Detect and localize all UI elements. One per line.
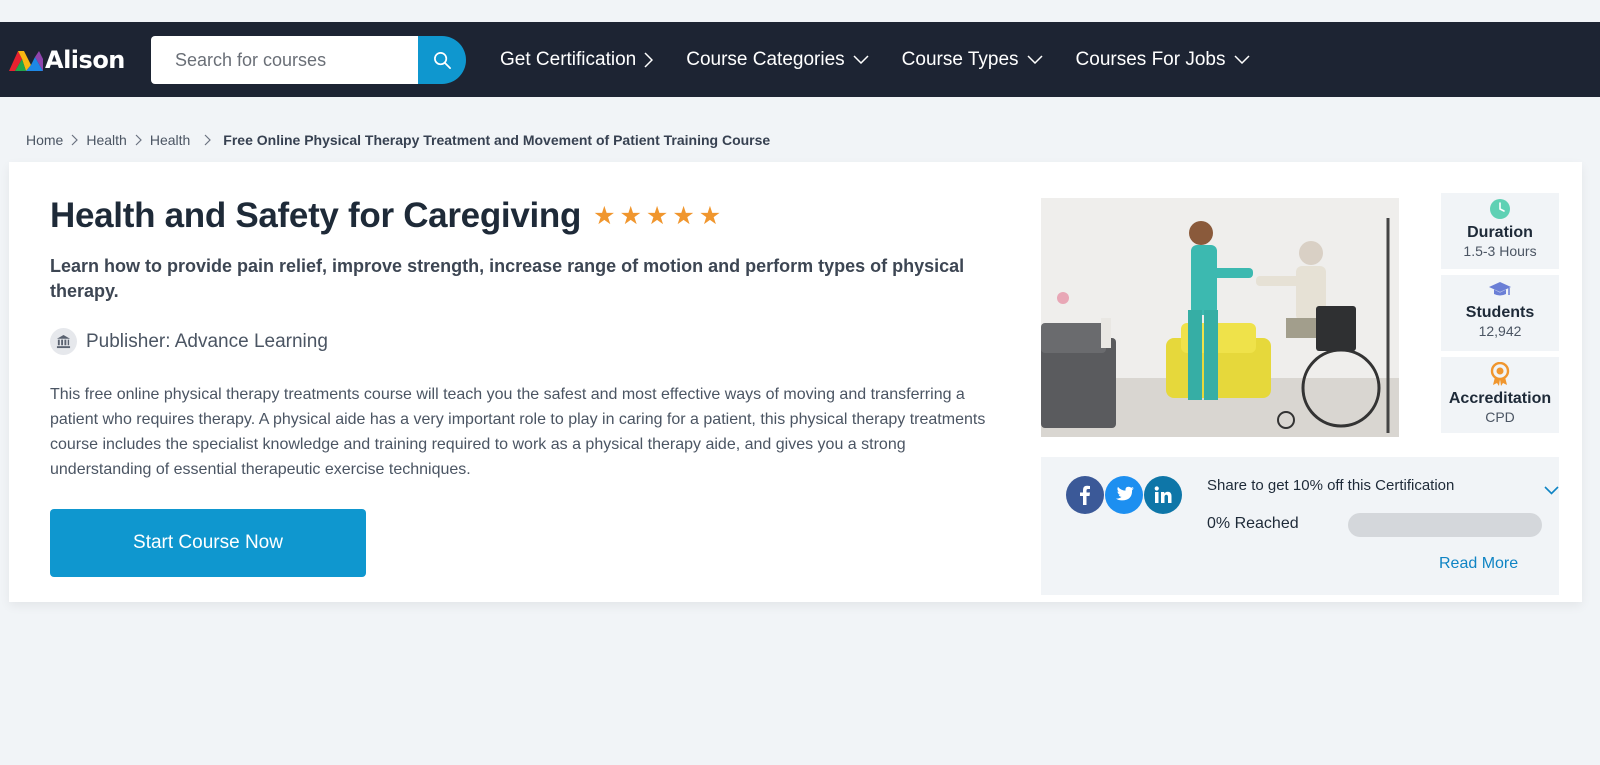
star-icon: ★ bbox=[698, 201, 722, 230]
breadcrumb-health[interactable]: Health bbox=[86, 132, 126, 148]
graduation-cap-icon bbox=[1489, 282, 1511, 296]
stat-accreditation: Accreditation CPD bbox=[1441, 357, 1559, 433]
award-icon bbox=[1490, 362, 1510, 386]
share-expand-toggle[interactable] bbox=[1544, 482, 1559, 500]
main-nav: Get Certification Course Categories Cour… bbox=[500, 22, 1283, 97]
top-navbar: Alison Get Certification Course Categori… bbox=[0, 22, 1600, 97]
stat-label: Duration bbox=[1467, 224, 1533, 241]
stat-value: CPD bbox=[1485, 409, 1515, 425]
facebook-share-button[interactable] bbox=[1066, 476, 1104, 514]
breadcrumb-health-sub[interactable]: Health bbox=[150, 132, 190, 148]
rating-stars: ★ ★ ★ ★ ★ bbox=[593, 201, 725, 230]
chevron-right-icon bbox=[644, 51, 654, 68]
nav-label: Course Categories bbox=[686, 48, 845, 70]
star-icon: ★ bbox=[619, 201, 642, 230]
chevron-down-icon bbox=[1233, 55, 1250, 64]
share-progress-bar bbox=[1348, 513, 1542, 537]
course-title: Health and Safety for Caregiving bbox=[50, 196, 582, 235]
star-icon: ★ bbox=[593, 201, 616, 230]
stat-label: Students bbox=[1465, 304, 1535, 321]
facebook-icon bbox=[1080, 485, 1090, 505]
chevron-down-icon bbox=[1027, 55, 1043, 64]
search-button[interactable] bbox=[418, 36, 466, 84]
share-panel: Share to get 10% off this Certification … bbox=[1041, 457, 1559, 595]
breadcrumb-separator-icon bbox=[204, 134, 212, 146]
publisher-name[interactable]: Publisher: Advance Learning bbox=[86, 331, 328, 353]
nav-label: Courses For Jobs bbox=[1075, 48, 1226, 70]
star-icon: ★ bbox=[672, 201, 695, 230]
share-discount-text: Share to get 10% off this Certification bbox=[1207, 477, 1455, 494]
nav-get-certification[interactable]: Get Certification bbox=[500, 48, 654, 71]
course-card: Health and Safety for Caregiving ★ ★ ★ ★… bbox=[9, 162, 1582, 602]
twitter-share-button[interactable] bbox=[1105, 476, 1143, 514]
logo-text: Alison bbox=[45, 46, 125, 74]
twitter-icon bbox=[1115, 486, 1134, 501]
nav-courses-for-jobs[interactable]: Courses For Jobs bbox=[1076, 49, 1250, 71]
nav-label: Course Types bbox=[901, 48, 1019, 70]
breadcrumb: Home Health Health Free Online Physical … bbox=[26, 132, 770, 148]
course-image bbox=[1041, 198, 1399, 437]
star-icon: ★ bbox=[645, 201, 669, 230]
nav-label: Get Certification bbox=[500, 48, 637, 70]
read-more-link[interactable]: Read More bbox=[1439, 555, 1518, 573]
breadcrumb-separator-icon bbox=[135, 134, 142, 146]
stat-value: 12,942 bbox=[1478, 323, 1522, 339]
nav-course-categories[interactable]: Course Categories bbox=[686, 48, 869, 71]
title-row: Health and Safety for Caregiving ★ ★ ★ ★… bbox=[50, 196, 725, 236]
publisher: Publisher: Advance Learning bbox=[50, 328, 328, 355]
course-subtitle: Learn how to provide pain relief, improv… bbox=[50, 256, 965, 301]
start-course-button[interactable]: Start Course Now bbox=[50, 509, 366, 577]
breadcrumb-separator-icon bbox=[71, 134, 79, 146]
stat-value: 1.5-3 Hours bbox=[1463, 243, 1537, 259]
search-icon bbox=[433, 51, 451, 69]
breadcrumb-home[interactable]: Home bbox=[26, 132, 63, 148]
reached-label: 0% Reached bbox=[1207, 515, 1299, 532]
linkedin-share-button[interactable] bbox=[1144, 476, 1182, 514]
alison-logo[interactable]: Alison bbox=[9, 46, 125, 74]
clock-icon bbox=[1490, 199, 1510, 219]
chevron-down-icon bbox=[853, 55, 869, 64]
chevron-down-icon bbox=[1544, 486, 1559, 495]
stat-duration: Duration 1.5-3 Hours bbox=[1441, 193, 1559, 269]
linkedin-icon bbox=[1154, 486, 1172, 503]
nav-course-types[interactable]: Course Types bbox=[902, 49, 1043, 71]
course-description: This free online physical therapy treatm… bbox=[50, 386, 986, 478]
caregiver-photo bbox=[1041, 198, 1399, 437]
breadcrumb-current: Free Online Physical Therapy Treatment a… bbox=[223, 132, 771, 148]
stat-students: Students 12,942 bbox=[1441, 275, 1559, 351]
search-input[interactable] bbox=[151, 36, 419, 84]
alison-logo-icon bbox=[9, 51, 43, 71]
search-bar bbox=[151, 36, 466, 84]
stat-label: Accreditation bbox=[1448, 390, 1552, 407]
institution-icon bbox=[50, 328, 77, 355]
